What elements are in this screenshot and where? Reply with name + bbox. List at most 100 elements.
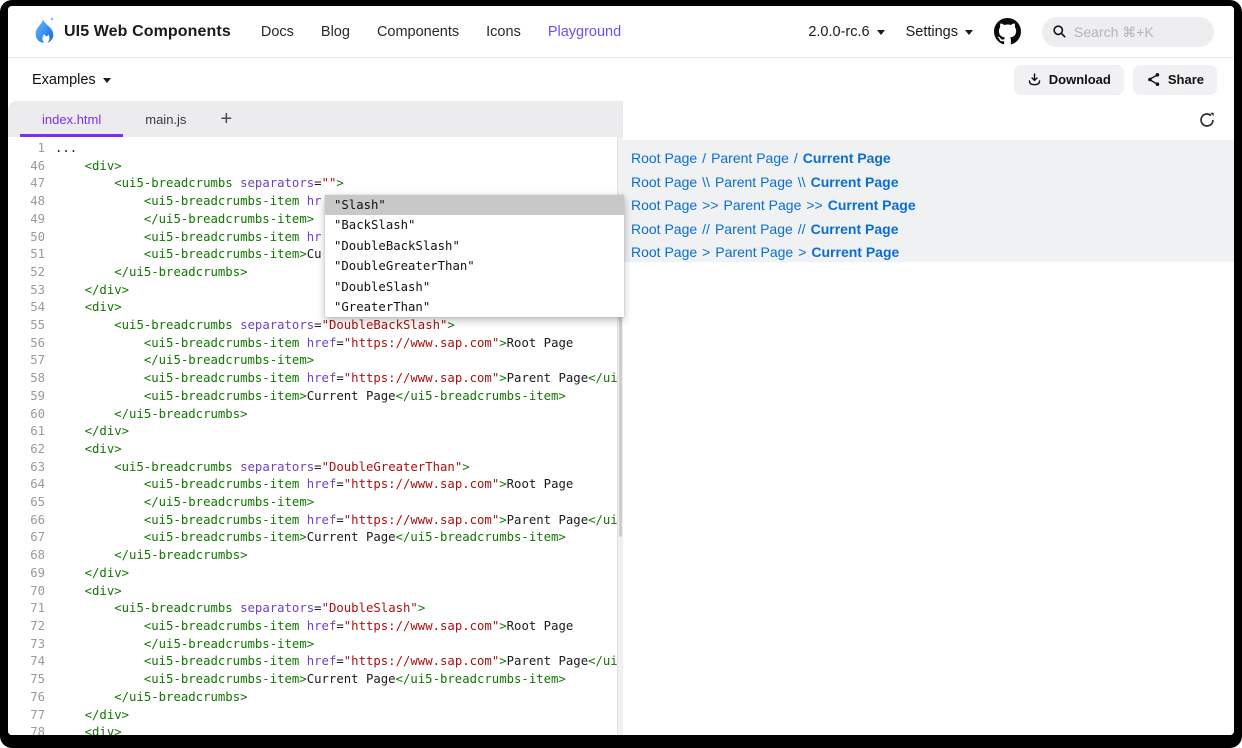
- breadcrumb-link-parent[interactable]: Parent Page: [715, 244, 793, 260]
- code-line: 55 <ui5-breadcrumbs separators="DoubleBa…: [8, 317, 617, 335]
- breadcrumb-separator: //: [702, 221, 710, 237]
- share-icon: [1146, 72, 1161, 87]
- autocomplete-option[interactable]: "DoubleGreaterThan": [325, 256, 624, 276]
- code-line: 68 </ui5-breadcrumbs>: [8, 547, 617, 565]
- download-button[interactable]: Download: [1014, 65, 1124, 95]
- code-text: </ui5-breadcrumbs-item>: [45, 636, 314, 654]
- code-line: 59 <ui5-breadcrumbs-item>Current Page</u…: [8, 388, 617, 406]
- line-number: 65: [8, 494, 45, 512]
- nav-link-blog[interactable]: Blog: [321, 24, 350, 40]
- breadcrumb-link-root[interactable]: Root Page: [631, 221, 697, 237]
- examples-toolbar: Examples Download Share: [8, 58, 1234, 101]
- scrollbar-thumb[interactable]: [619, 287, 622, 537]
- autocomplete-option[interactable]: "GreaterThan": [325, 297, 624, 317]
- code-text: <div>: [45, 441, 122, 459]
- code-text: <ui5-breadcrumbs-item hr: [45, 229, 322, 247]
- download-icon: [1027, 72, 1042, 87]
- breadcrumb-link-root[interactable]: Root Page: [631, 150, 697, 166]
- code-text: <ui5-breadcrumbs separators="">: [45, 175, 344, 193]
- breadcrumb-link-parent[interactable]: Parent Page: [715, 174, 793, 190]
- code-line: 69 </div>: [8, 565, 617, 583]
- line-number: 74: [8, 653, 45, 671]
- breadcrumb-separator: /: [794, 150, 798, 166]
- code-line: 64 <ui5-breadcrumbs-item href="https://w…: [8, 476, 617, 494]
- code-text: <ui5-breadcrumbs separators="DoubleBackS…: [45, 317, 455, 335]
- code-text: </div>: [45, 423, 129, 441]
- line-number: 69: [8, 565, 45, 583]
- tab-main-js[interactable]: main.js: [123, 101, 208, 137]
- add-tab-icon[interactable]: +: [208, 101, 244, 137]
- app: UI5 Web Components Docs Blog Components Ico…: [8, 6, 1234, 735]
- window-frame: UI5 Web Components Docs Blog Components Ico…: [0, 0, 1242, 748]
- breadcrumb-link-parent[interactable]: Parent Page: [715, 221, 793, 237]
- breadcrumb-link-parent[interactable]: Parent Page: [711, 150, 789, 166]
- line-number: 49: [8, 211, 45, 229]
- code-text: <ui5-breadcrumbs-item>Current Page</ui5-…: [45, 388, 566, 406]
- code-text: </div>: [45, 565, 129, 583]
- breadcrumb: Root Page>>Parent Page>>Current Page: [631, 194, 1224, 218]
- search-input[interactable]: [1074, 24, 1194, 40]
- nav-link-playground[interactable]: Playground: [548, 24, 621, 40]
- code-text: <div>: [45, 724, 122, 735]
- download-label: Download: [1049, 72, 1111, 87]
- line-number: 61: [8, 423, 45, 441]
- line-number: 66: [8, 512, 45, 530]
- code-text: <ui5-breadcrumbs-item hr: [45, 193, 322, 211]
- tab-index-html[interactable]: index.html: [20, 101, 123, 137]
- code-line: 66 <ui5-breadcrumbs-item href="https://w…: [8, 512, 617, 530]
- line-number: 51: [8, 246, 45, 264]
- toolbar-buttons: Download Share: [1014, 65, 1217, 95]
- line-number: 77: [8, 707, 45, 725]
- nav-link-icons[interactable]: Icons: [486, 24, 521, 40]
- settings-dropdown[interactable]: Settings: [906, 24, 973, 40]
- code-text: <ui5-breadcrumbs-item href="https://www.…: [45, 653, 617, 671]
- code-text: </ui5-breadcrumbs-item>: [45, 494, 314, 512]
- autocomplete-option[interactable]: "DoubleBackSlash": [325, 236, 624, 256]
- breadcrumb-link-parent[interactable]: Parent Page: [724, 197, 802, 213]
- share-button[interactable]: Share: [1133, 65, 1217, 95]
- line-number: 48: [8, 193, 45, 211]
- code-line: 72 <ui5-breadcrumbs-item href="https://w…: [8, 618, 617, 636]
- search-box[interactable]: [1042, 17, 1214, 47]
- autocomplete-option[interactable]: "DoubleSlash": [325, 277, 624, 297]
- preview-topbar: [623, 101, 1234, 140]
- github-icon[interactable]: [994, 18, 1021, 45]
- examples-dropdown[interactable]: Examples: [32, 72, 111, 88]
- brand[interactable]: UI5 Web Components: [32, 17, 231, 46]
- code-text: <ui5-breadcrumbs-item href="https://www.…: [45, 476, 573, 494]
- line-number: 70: [8, 583, 45, 601]
- share-label: Share: [1168, 72, 1204, 87]
- refresh-icon: [1198, 111, 1216, 129]
- breadcrumb-link-root[interactable]: Root Page: [631, 174, 697, 190]
- code-line: 47 <ui5-breadcrumbs separators="">: [8, 175, 617, 193]
- breadcrumb-separator: \\: [798, 174, 806, 190]
- code-line: 46 <div>: [8, 158, 617, 176]
- line-number: 78: [8, 724, 45, 735]
- breadcrumb-separator: >: [798, 244, 806, 260]
- line-number: 68: [8, 547, 45, 565]
- line-number: 62: [8, 441, 45, 459]
- code-text: <ui5-breadcrumbs-item>Current Page</ui5-…: [45, 671, 566, 689]
- breadcrumb-link-root[interactable]: Root Page: [631, 244, 697, 260]
- nav-link-docs[interactable]: Docs: [261, 24, 294, 40]
- code-editor-pane: index.htmlmain.js+ 1...46 <div>47 <ui5-b…: [8, 101, 623, 735]
- code-line: 60 </ui5-breadcrumbs>: [8, 406, 617, 424]
- nav-link-components[interactable]: Components: [377, 24, 459, 40]
- code-text: <ui5-breadcrumbs-item>Cu: [45, 246, 322, 264]
- code-text: </ui5-breadcrumbs-item>: [45, 211, 314, 229]
- refresh-button[interactable]: [1198, 111, 1216, 129]
- main-split: index.htmlmain.js+ 1...46 <div>47 <ui5-b…: [8, 101, 1234, 735]
- autocomplete-option[interactable]: "Slash": [325, 195, 624, 215]
- breadcrumb-link-root[interactable]: Root Page: [631, 197, 697, 213]
- line-number: 71: [8, 600, 45, 618]
- nav-links: Docs Blog Components Icons Playground: [261, 24, 621, 40]
- line-number: 53: [8, 282, 45, 300]
- code-text: </ui5-breadcrumbs>: [45, 406, 248, 424]
- breadcrumb-current-page: Current Page: [811, 174, 899, 190]
- autocomplete-option[interactable]: "BackSlash": [325, 215, 624, 235]
- breadcrumb-current-page: Current Page: [828, 197, 916, 213]
- breadcrumbs-demo-panel: Root Page/Parent Page/Current PageRoot P…: [623, 140, 1234, 262]
- line-number: 58: [8, 370, 45, 388]
- version-dropdown[interactable]: 2.0.0-rc.6: [808, 24, 884, 40]
- breadcrumb-current-page: Current Page: [811, 221, 899, 237]
